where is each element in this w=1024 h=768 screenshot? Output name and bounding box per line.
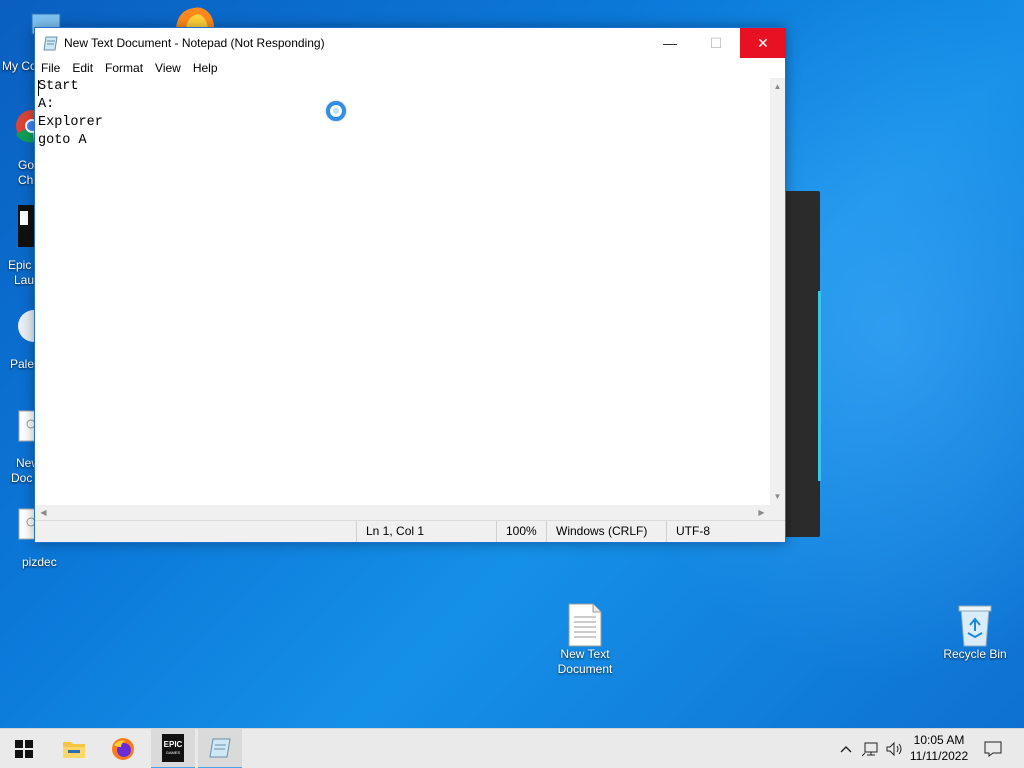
action-center-icon: [984, 741, 1002, 757]
text-line: goto A: [38, 133, 87, 148]
text-editor[interactable]: Start A: Explorer goto A: [35, 78, 770, 505]
menu-view[interactable]: View: [149, 58, 187, 78]
text-file-icon: [565, 603, 605, 647]
pale-moon-icon[interactable]: [16, 306, 36, 346]
window-title: New Text Document - Notepad (Not Respond…: [64, 36, 325, 50]
firefox-icon: [112, 738, 134, 760]
vertical-scrollbar[interactable]: ▲ ▼: [770, 78, 785, 505]
my-computer-label[interactable]: My Co: [2, 59, 37, 74]
show-hidden-icons-chevron-up-icon[interactable]: [836, 729, 856, 768]
notifications-button[interactable]: [978, 729, 1008, 768]
menu-help[interactable]: Help: [187, 58, 224, 78]
folder-icon: [63, 742, 85, 758]
scrollbar-corner: [770, 505, 785, 520]
encoding: UTF-8: [666, 521, 785, 542]
scroll-up-icon[interactable]: ▲: [770, 78, 785, 95]
taskbar-notepad[interactable]: [198, 729, 242, 768]
desktop-icon-recycle-bin[interactable]: Recycle Bin: [937, 603, 1013, 662]
title-bar[interactable]: New Text Document - Notepad (Not Respond…: [35, 28, 786, 58]
desktop-icon-new-text-document[interactable]: New Text Document: [547, 603, 623, 677]
menu-edit[interactable]: Edit: [66, 58, 99, 78]
pizdec-label[interactable]: pizdec: [22, 555, 57, 570]
epic-logo-text: EPIC: [164, 740, 183, 749]
taskbar: EPIC GAMES 10:05 AM 11/11/2022: [0, 728, 1024, 768]
status-bar: Ln 1, Col 1 100% Windows (CRLF) UTF-8: [35, 520, 785, 542]
volume-icon[interactable]: [883, 729, 905, 768]
recycle-bin-icon: [955, 603, 995, 647]
clock-time: 10:05 AM: [913, 733, 965, 747]
menu-file[interactable]: File: [35, 58, 66, 78]
busy-cursor-icon: [326, 101, 346, 121]
start-button[interactable]: [2, 729, 46, 768]
text-caret: [38, 80, 39, 96]
line-ending: Windows (CRLF): [546, 521, 666, 542]
epic-logo-subtext: GAMES: [166, 750, 181, 755]
text-line: Start: [38, 79, 79, 94]
notepad-window[interactable]: New Text Document - Notepad (Not Respond…: [34, 27, 786, 543]
cursor-position: Ln 1, Col 1: [356, 521, 496, 542]
taskbar-epic-games[interactable]: EPIC GAMES: [151, 729, 195, 768]
taskbar-file-explorer[interactable]: [52, 729, 96, 768]
taskbar-firefox[interactable]: [101, 729, 145, 768]
chrome-label-2[interactable]: Ch: [18, 173, 33, 188]
maximize-button[interactable]: ☐: [693, 28, 739, 58]
windows-logo-icon: [15, 740, 33, 758]
horizontal-scrollbar[interactable]: ◀ ▶: [35, 505, 770, 520]
chrome-label-1[interactable]: Go: [18, 158, 34, 173]
text-line: A:: [38, 97, 55, 112]
zoom-level: 100%: [496, 521, 546, 542]
notepad-app-icon: [43, 36, 58, 51]
minimize-icon: —: [663, 35, 677, 51]
epic-games-icon[interactable]: [18, 205, 34, 247]
notepad-app-icon: [209, 738, 231, 758]
window-edge-glow: [818, 291, 821, 481]
menu-bar: File Edit Format View Help: [35, 58, 785, 78]
pale-label[interactable]: Pale: [10, 357, 34, 372]
clock-date: 11/11/2022: [909, 749, 969, 763]
maximize-icon: ☐: [709, 34, 723, 51]
minimize-button[interactable]: —: [647, 28, 693, 58]
close-button[interactable]: ✕: [740, 28, 786, 58]
scroll-right-icon[interactable]: ▶: [753, 505, 770, 520]
clock[interactable]: 10:05 AM 11/11/2022: [906, 732, 972, 764]
scroll-down-icon[interactable]: ▼: [770, 488, 785, 505]
new-doc-label-2[interactable]: Doc: [11, 471, 32, 486]
epic-label-1[interactable]: Epic: [8, 258, 31, 273]
menu-format[interactable]: Format: [99, 58, 149, 78]
text-line: Explorer: [38, 115, 103, 130]
desktop-icon-label: Recycle Bin: [943, 647, 1007, 661]
background-window[interactable]: [780, 191, 821, 537]
network-icon[interactable]: [860, 729, 882, 768]
epic-games-icon: EPIC GAMES: [162, 734, 184, 762]
scroll-left-icon[interactable]: ◀: [35, 505, 52, 520]
close-icon: ✕: [757, 34, 769, 51]
epic-label-2[interactable]: Lau: [14, 273, 34, 288]
desktop-icon-label: New Text Document: [557, 647, 613, 676]
firefox-icon[interactable]: [172, 6, 218, 28]
